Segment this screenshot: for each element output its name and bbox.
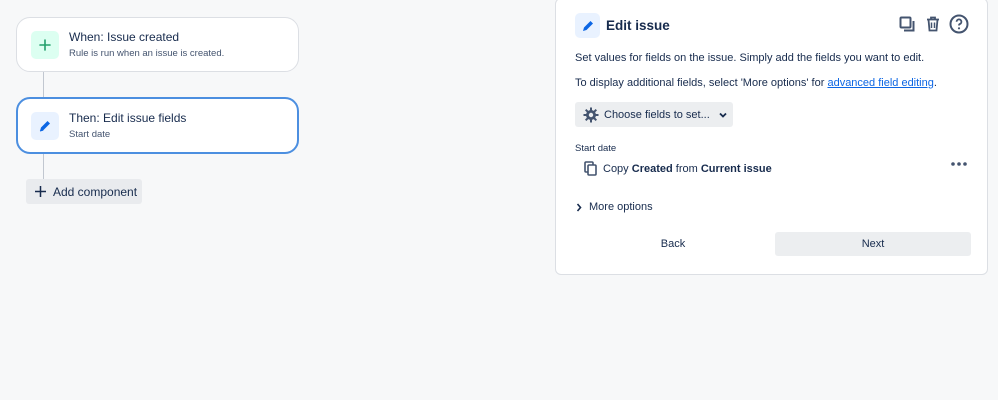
more-options-label: More options (589, 201, 653, 213)
copy-word: Copy (603, 162, 629, 175)
add-component-label: Add component (53, 184, 138, 199)
action-card[interactable]: Then: Edit issue fields Start date (16, 97, 299, 154)
field-label-start-date: Start date (575, 143, 617, 154)
next-button[interactable]: Next (775, 232, 971, 256)
action-title: Then: Edit issue fields (69, 110, 187, 125)
chevron-right-icon (576, 202, 582, 212)
start-date-copy-value[interactable]: Copy Created from Current issue (584, 161, 772, 176)
copy-icon (584, 161, 597, 176)
pencil-icon (575, 13, 600, 38)
connector-line (43, 154, 44, 179)
trigger-subtitle: Rule is run when an issue is created. (69, 47, 225, 59)
action-subtitle: Start date (69, 128, 111, 140)
more-options-toggle[interactable]: More options (576, 201, 653, 213)
from-word: from (675, 162, 698, 175)
source-field: Created (631, 162, 673, 175)
description-suffix: . (933, 77, 937, 89)
pencil-icon (31, 111, 59, 140)
more-actions-icon[interactable] (951, 162, 967, 166)
panel-header: Edit issue (575, 13, 670, 38)
add-component-button[interactable]: Add component (26, 179, 142, 204)
gear-icon (583, 107, 599, 123)
trash-icon[interactable] (923, 14, 943, 34)
connector-line (43, 72, 44, 97)
panel-header-actions (897, 14, 969, 34)
advanced-field-editing-link[interactable]: advanced field editing (827, 77, 933, 89)
choose-fields-dropdown[interactable]: Choose fields to set... (575, 102, 733, 127)
source-issue: Current issue (700, 162, 772, 175)
edit-issue-panel: Edit issue Set values for fields on the … (555, 0, 988, 275)
choose-fields-label: Choose fields to set... (604, 108, 710, 121)
trigger-card[interactable]: When: Issue created Rule is run when an … (16, 17, 299, 72)
plus-icon (31, 30, 59, 59)
panel-description-advanced: To display additional fields, select 'Mo… (575, 77, 937, 89)
trigger-title: When: Issue created (69, 29, 180, 44)
back-button[interactable]: Back (575, 232, 771, 256)
chevron-down-icon (718, 110, 728, 120)
help-icon[interactable] (949, 14, 969, 34)
panel-title: Edit issue (606, 18, 670, 33)
panel-description: Set values for fields on the issue. Simp… (575, 52, 925, 64)
duplicate-icon[interactable] (897, 14, 917, 34)
description-text: To display additional fields, select 'Mo… (575, 77, 828, 89)
plus-icon (35, 186, 46, 197)
